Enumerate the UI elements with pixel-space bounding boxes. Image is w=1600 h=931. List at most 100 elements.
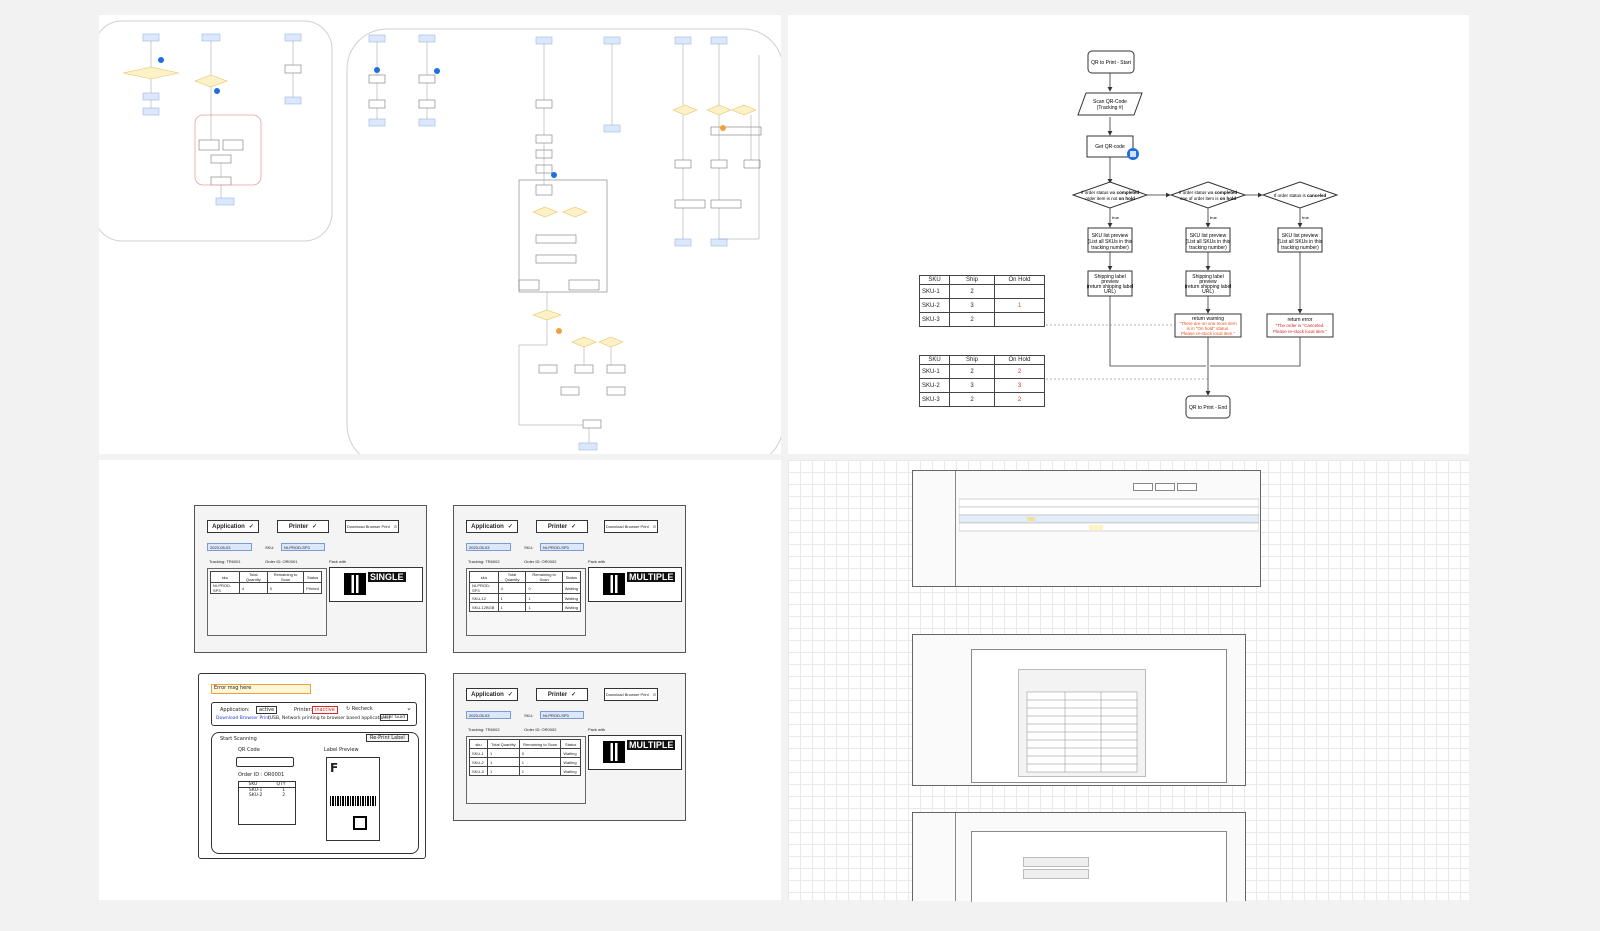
overview-flow-panel xyxy=(93,15,784,466)
qr-code-input[interactable] xyxy=(236,757,294,767)
printer-status-badge: inactive xyxy=(312,706,338,714)
svg-text:If order status wa completed: If order status wa completed xyxy=(1081,190,1140,195)
sku-label: SKU: xyxy=(524,545,534,550)
svg-text:order item is not on hold: order item is not on hold xyxy=(1085,196,1135,201)
sku-table: sku Total Quantity Remaining to Scan Status… xyxy=(468,739,581,776)
flow-sku-list-1: SKU list preview (List all SKUs in this … xyxy=(1087,227,1133,253)
svg-text:Please re-stock local item.": Please re-stock local item." xyxy=(1273,329,1328,334)
table-row: SKU-3 1 1 Waiting xyxy=(468,766,581,776)
flow-error: return error "The order is "Canceled. Pl… xyxy=(1266,313,1334,338)
tracking-label: Tracking: TR6002 xyxy=(468,727,500,732)
qr-code-icon xyxy=(603,741,625,763)
flow-end: QR to Print - End xyxy=(1185,395,1231,419)
admin-wireframe-pricing xyxy=(912,470,1261,587)
download-icon: ⊙ xyxy=(393,524,398,529)
pack-tag: MULTIPLE xyxy=(627,572,676,582)
admin-wireframes-panel xyxy=(788,460,1469,902)
check-icon: ✓ xyxy=(507,692,513,698)
application-button[interactable]: Application ✓ xyxy=(466,688,518,701)
check-icon: ✓ xyxy=(248,524,254,530)
application-status-badge: active xyxy=(256,706,278,714)
download-browser-print-button[interactable]: Download Browser Print ⊙ xyxy=(604,688,658,701)
flow-shipping-2: Shipping label preview (return shipping … xyxy=(1185,270,1231,297)
overview-flow-diagram xyxy=(93,20,784,466)
check-icon: ✓ xyxy=(571,524,577,530)
order-label: Order ID: OR0002 xyxy=(524,727,557,732)
true-label: true xyxy=(1112,215,1120,220)
mockups-panel: Application ✓ Printer ✓ Download Browser P… xyxy=(99,460,781,900)
svg-text:QR to Print - Start: QR to Print - Start xyxy=(1091,60,1131,66)
table-row: SKU-12BGB 1 1 Waiting xyxy=(469,602,582,612)
printer-button[interactable]: Printer ✓ xyxy=(536,688,588,701)
reprint-label-button[interactable]: Re-Print Label xyxy=(366,734,409,742)
admin-wireframe-weights xyxy=(912,634,1246,786)
tracking-label: Tracking: TR6001 xyxy=(209,559,241,564)
qr-code-icon xyxy=(344,573,366,595)
flow-warning: return warning "There are on one more it… xyxy=(1174,313,1242,338)
table-row: SKU-2 1 1 Waiting xyxy=(468,757,581,767)
onhold-table-2: SKU Ship On Hold SKU-1 2 2 SKU-2 3 3 SKU-3 2 2 xyxy=(919,355,1045,407)
mockup-multiple-2: Application ✓ Printer ✓ Download Browser P… xyxy=(453,673,686,821)
qr-flowchart: QR to Print - Start Scan QR-Code (Tracki… xyxy=(1038,50,1339,419)
check-icon: ✓ xyxy=(312,524,318,530)
recheck-button[interactable]: ↻ Recheck xyxy=(346,706,373,712)
date-input[interactable]: 2023-05-03 xyxy=(466,711,511,719)
svg-text:Get QR-code: Get QR-code xyxy=(1095,144,1125,150)
table-row: SKU-12 1 1 Waiting xyxy=(469,593,582,603)
sku-table-box: sku Total Quantity Remaining to Scan Status… xyxy=(466,568,586,636)
true-label: true xyxy=(1210,215,1218,220)
pricing-table-wireframe xyxy=(958,498,1260,532)
table-row: NI-PROD-SP3 4 0 Waiting xyxy=(469,582,582,594)
svg-text:tracking number): tracking number) xyxy=(1091,245,1129,251)
svg-text:one of order item is on hold: one of order item is on hold xyxy=(1180,196,1236,201)
sku-input[interactable]: NI-PROD-SP3 xyxy=(540,711,584,719)
flow-cond-1: If order status wa completed order item … xyxy=(1071,181,1149,209)
sku-input[interactable]: NI-PROD-SP3 xyxy=(281,543,325,551)
svg-text:tracking number): tracking number) xyxy=(1189,245,1227,251)
scanning-section: Start Scanning Re-Print Label QR Code La… xyxy=(211,732,419,854)
label-preview-image: F xyxy=(326,757,380,841)
svg-text:If order status is canceled: If order status is canceled xyxy=(1274,193,1327,198)
sku-label: SKU: xyxy=(265,545,275,550)
svg-text:Please re-stock local item.": Please re-stock local item." xyxy=(1181,331,1236,336)
pack-with-label: Pack with xyxy=(588,559,606,564)
sketch-mockup: Error msg here Application: active Print… xyxy=(198,673,426,859)
application-button[interactable]: Application ✓ xyxy=(207,520,259,533)
application-button[interactable]: Application ✓ xyxy=(466,520,518,533)
download-icon: ⊙ xyxy=(652,524,657,529)
table-row: SKU-1 1 0 Waiting xyxy=(468,748,581,758)
flow-cond-2: If order status wa completed one of orde… xyxy=(1169,181,1247,209)
svg-text:tracking number): tracking number) xyxy=(1281,245,1319,251)
check-icon: ✓ xyxy=(507,524,513,530)
sku-qty-table: SKU QTY SKU-1 1 SKU-2 2 xyxy=(238,781,296,825)
collapse-chevron-icon[interactable]: ⌄ xyxy=(406,704,412,712)
sku-table-box: sku Total Quantity Remaining to Scan Status… xyxy=(466,736,586,804)
order-label: Order ID: OR0002 xyxy=(524,559,557,564)
flow-sku-list-2: SKU list preview (List all SKUs in this … xyxy=(1185,227,1231,253)
download-browser-print-button[interactable]: Download Browser Print ⊙ xyxy=(345,520,399,533)
pack-with-card: SINGLE xyxy=(329,567,423,602)
printer-button[interactable]: Printer ✓ xyxy=(277,520,329,533)
svg-text:(Tracking #): (Tracking #) xyxy=(1097,105,1124,111)
flow-shipping-1: Shipping label preview (return shipping … xyxy=(1087,270,1133,297)
svg-text:URL): URL) xyxy=(1104,289,1116,295)
sku-input[interactable]: NI-PROD-SP3 xyxy=(540,543,584,551)
pack-tag: SINGLE xyxy=(368,572,406,582)
download-browser-print-button[interactable]: Download Browser Print ⊙ xyxy=(604,520,658,533)
pack-with-card: MULTIPLE xyxy=(588,735,682,770)
printer-button[interactable]: Printer ✓ xyxy=(536,520,588,533)
true-label: true xyxy=(1302,215,1310,220)
svg-text:"The order is "Canceled.: "The order is "Canceled. xyxy=(1276,323,1325,328)
user-guide-button[interactable]: User Guid xyxy=(380,714,409,721)
date-input[interactable]: 2023-05-03 xyxy=(207,543,252,551)
sku-table: sku Total Quantity Remaining to Scan Status… xyxy=(210,571,322,594)
download-icon: ⊙ xyxy=(652,692,657,697)
flow-cond-3: If order status is canceled xyxy=(1261,181,1339,209)
error-message: Error msg here xyxy=(211,684,311,694)
svg-text:URL): URL) xyxy=(1202,289,1214,295)
date-input[interactable]: 2023-05-03 xyxy=(466,543,511,551)
svg-text:If order status wa completed: If order status wa completed xyxy=(1179,190,1238,195)
sku-table: sku Total Quantity Remaining to Scan Status… xyxy=(469,571,582,612)
download-link[interactable]: Download Browser Print xyxy=(216,716,270,721)
flow-get-qr: Get QR-code xyxy=(1086,135,1139,160)
